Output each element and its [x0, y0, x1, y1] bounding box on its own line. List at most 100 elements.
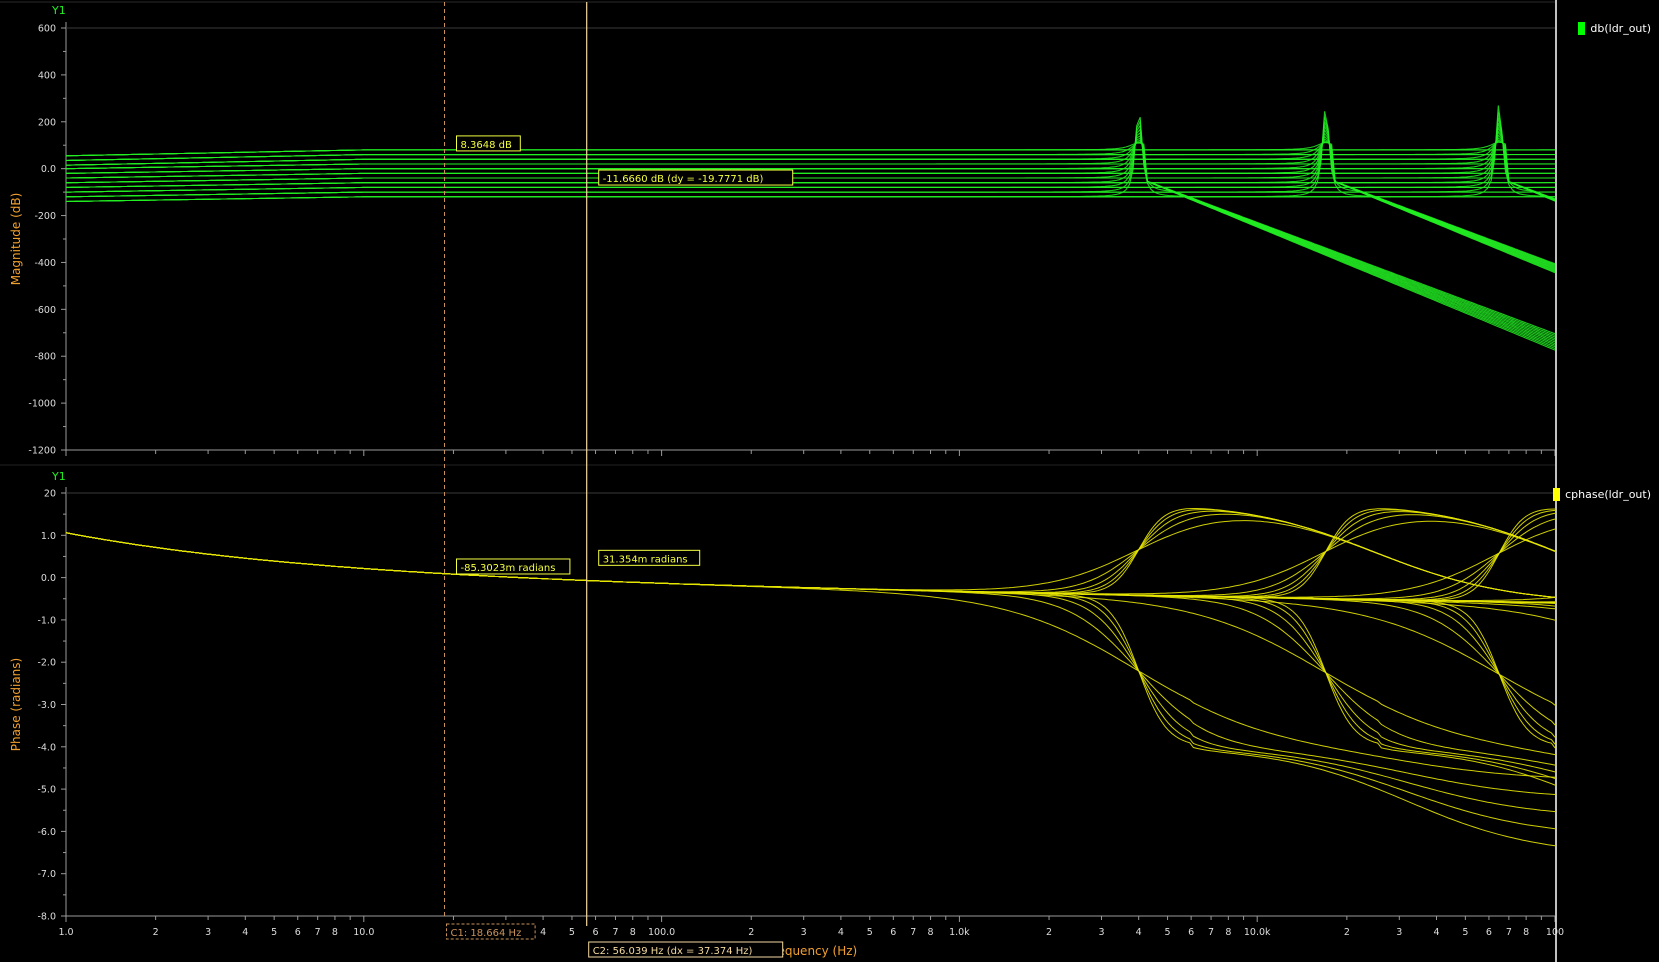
phase-trace — [65, 532, 1556, 749]
x-minor-label: 6 — [1188, 927, 1194, 938]
x-minor-label: 7 — [1208, 927, 1214, 938]
y-tick-label: -400 — [34, 258, 56, 269]
y-tick-label: 400 — [38, 70, 56, 81]
phase-trace — [65, 509, 1556, 598]
x-minor-label: 4 — [1433, 927, 1439, 938]
legend-swatch-magnitude — [1578, 22, 1586, 35]
x-minor-label: 5 — [1462, 927, 1468, 938]
magnitude-trace — [65, 196, 1555, 203]
x-minor-label: 4 — [242, 927, 248, 938]
legend-label-magnitude: db(ldr_out) — [1590, 22, 1651, 35]
phase-trace — [65, 532, 1556, 830]
phase-trace — [65, 518, 1556, 600]
phase-trace — [65, 511, 1556, 597]
x-minor-label: 6 — [593, 927, 599, 938]
phase-trace — [65, 509, 1556, 598]
y-tick-label: 1.0 — [41, 531, 56, 542]
magnitude-trace — [66, 186, 1555, 193]
x-minor-label: 6 — [295, 927, 301, 938]
y-tick-label: -1000 — [28, 399, 56, 410]
x-minor-label: 5 — [271, 927, 277, 938]
phase-trace — [65, 508, 1556, 598]
y-axis-tag-magnitude: Y1 — [51, 4, 66, 17]
x-minor-label: 3 — [1098, 927, 1104, 938]
phase-trace — [65, 532, 1556, 738]
y-tick-label: -1.0 — [37, 615, 56, 626]
x-minor-label: 6 — [1486, 927, 1492, 938]
legend-swatch-phase — [1553, 488, 1561, 501]
phase-trace — [65, 532, 1556, 773]
x-minor-label: 4 — [838, 927, 844, 938]
y-tick-label: 0.0 — [41, 164, 56, 175]
phase-trace — [65, 532, 1556, 745]
cursor-c2-label: C2: 56.039 Hz (dx = 37.374 Hz) — [593, 946, 753, 957]
x-minor-label: 8 — [332, 927, 338, 938]
y-tick-label: -3.0 — [37, 700, 56, 711]
y-axis-tag-phase: Y1 — [51, 470, 66, 483]
magnitude-trace — [66, 172, 1555, 179]
phase-trace — [65, 532, 1556, 756]
x-minor-label: 7 — [315, 927, 321, 938]
phase-trace — [65, 532, 1556, 795]
y-tick-label: -600 — [34, 305, 56, 316]
magnitude-trace — [65, 116, 1556, 273]
y-tick-label: 200 — [38, 117, 56, 128]
y-tick-label: -8.0 — [37, 912, 56, 923]
phase-annotation-c1: -85.3023m radians — [461, 563, 556, 574]
x-minor-label: 7 — [1506, 927, 1512, 938]
magnitude-trace — [66, 177, 1556, 184]
x-minor-label: 2 — [153, 927, 159, 938]
y-tick-label: -5.0 — [37, 785, 56, 796]
phase-trace — [65, 510, 1556, 598]
magnitude-trace — [65, 191, 1555, 198]
phase-trace — [65, 508, 1556, 601]
phase-trace — [65, 532, 1556, 621]
magnitude-trace — [66, 182, 1555, 188]
phase-trace — [65, 532, 1556, 779]
y-tick-label: -2.0 — [37, 658, 56, 669]
cursor-c1-label: C1: 18.664 Hz — [451, 928, 522, 939]
x-minor-label: 8 — [630, 927, 636, 938]
phase-trace — [65, 513, 1556, 598]
y-tick-label: 20 — [44, 489, 56, 500]
legend-phase[interactable]: cphase(ldr_out) — [1553, 488, 1651, 501]
x-minor-label: 5 — [569, 927, 575, 938]
x-minor-label: 4 — [1136, 927, 1142, 938]
x-minor-label: 8 — [1523, 927, 1529, 938]
y-tick-label: -800 — [34, 352, 56, 363]
y-axis-title-magnitude: Magnitude (dB) — [9, 193, 23, 286]
phase-trace — [65, 532, 1556, 766]
y-tick-label: -1200 — [28, 446, 56, 457]
x-tick-label: 100.0 — [648, 927, 675, 938]
x-tick-label: 10.0 — [353, 927, 374, 938]
magnitude-trace — [66, 186, 1555, 193]
x-minor-label: 8 — [1225, 927, 1231, 938]
x-minor-label: 7 — [910, 927, 916, 938]
x-minor-label: 5 — [867, 927, 873, 938]
x-minor-label: 2 — [1344, 927, 1350, 938]
phase-trace — [65, 532, 1556, 607]
phase-trace — [65, 532, 1556, 778]
x-tick-label: 1.0 — [58, 927, 73, 938]
x-minor-label: 2 — [1046, 927, 1052, 938]
y-axis-title-phase: Phase (radians) — [9, 658, 23, 751]
x-minor-label: 8 — [928, 927, 934, 938]
legend-magnitude[interactable]: db(ldr_out) — [1578, 22, 1651, 35]
magnitude-annotation-c2: -11.6660 dB (dy = -19.7771 dB) — [603, 174, 764, 185]
x-minor-label: 3 — [1396, 927, 1402, 938]
x-minor-label: 5 — [1165, 927, 1171, 938]
y-tick-label: -4.0 — [37, 742, 56, 753]
x-minor-label: 4 — [540, 927, 546, 938]
magnitude-annotation-c1: 8.3648 dB — [461, 140, 513, 151]
legend-label-phase: cphase(ldr_out) — [1565, 488, 1651, 501]
y-tick-label: 600 — [38, 24, 56, 35]
phase-trace — [65, 520, 1556, 598]
phase-trace — [65, 520, 1556, 595]
x-minor-label: 7 — [612, 927, 618, 938]
x-tick-label: 10.0k — [1244, 927, 1271, 938]
phase-trace — [65, 532, 1556, 847]
phase-annotation-c2: 31.354m radians — [603, 554, 688, 565]
y-tick-label: -200 — [34, 211, 56, 222]
magnitude-trace — [65, 196, 1555, 203]
x-tick-label: 1.0k — [949, 927, 970, 938]
